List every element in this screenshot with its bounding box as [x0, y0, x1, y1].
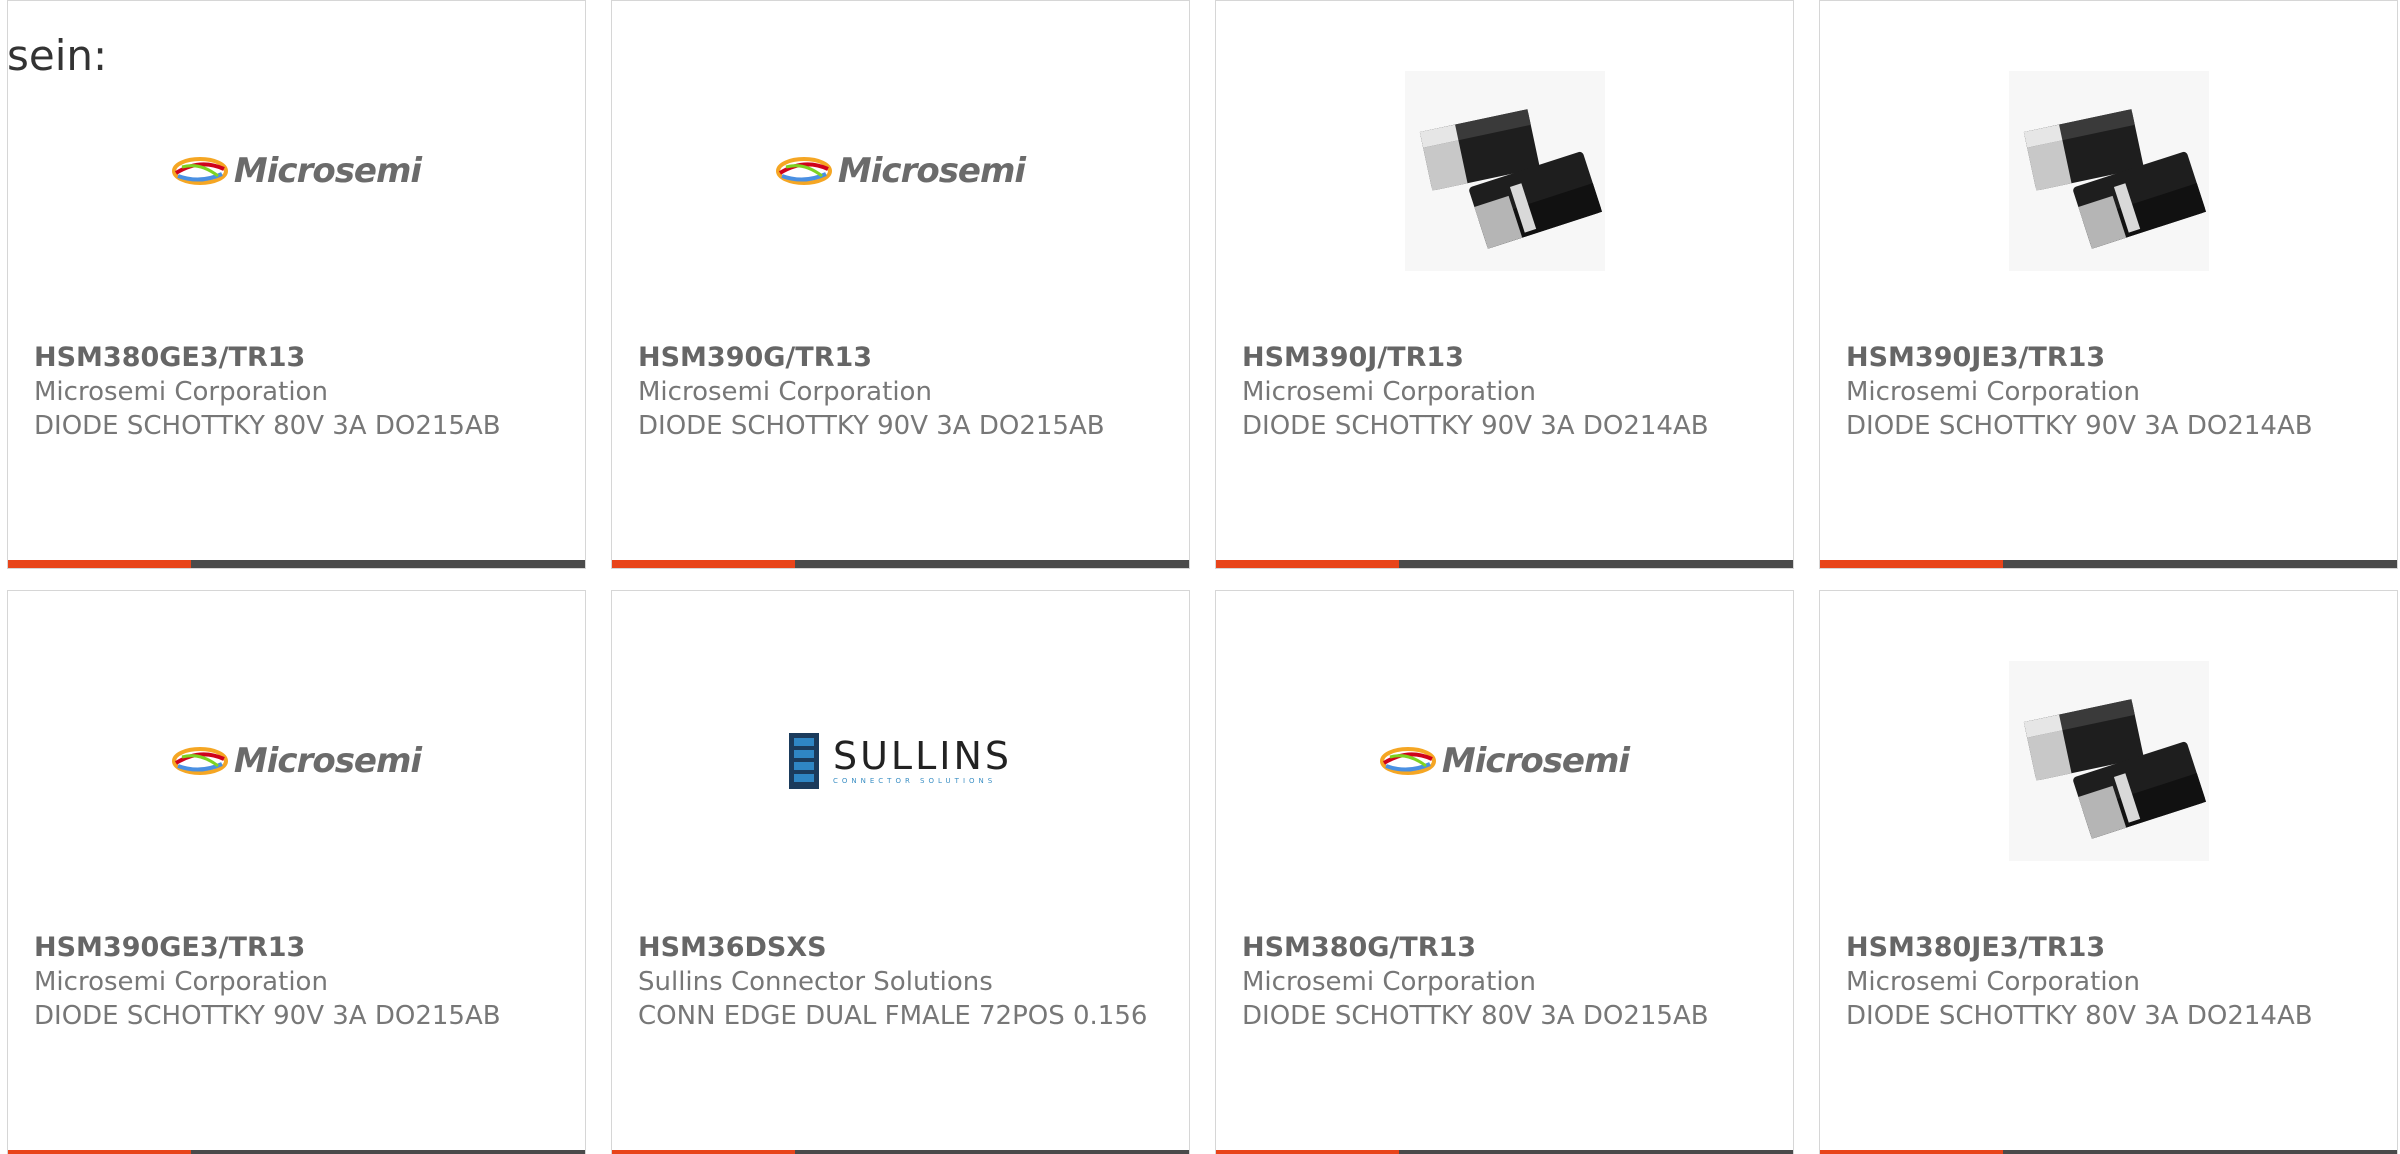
part-number[interactable]: HSM380JE3/TR13	[1846, 931, 2366, 965]
microsemi-wordmark: Microsemi	[233, 151, 422, 191]
sullins-tagline: CONNECTOR SOLUTIONS	[832, 777, 997, 785]
product-info: HSM380GE3/TR13 Microsemi Corporation DIO…	[34, 341, 554, 443]
microsemi-wordmark: Microsemi	[233, 741, 422, 781]
microsemi-swirl-icon	[171, 157, 228, 185]
description: DIODE SCHOTTKY 80V 3A DO215AB	[1242, 1001, 1709, 1031]
product-card[interactable]: HSM390JE3/TR13 Microsemi Corporation DIO…	[1819, 0, 2398, 569]
description: DIODE SCHOTTKY 90V 3A DO215AB	[34, 1001, 501, 1031]
card-footer-bar	[8, 560, 585, 568]
microsemi-wordmark: Microsemi	[1441, 741, 1630, 781]
product-image[interactable]: Microsemi	[8, 631, 585, 891]
manufacturer: Microsemi Corporation	[34, 967, 328, 997]
manufacturer: Microsemi Corporation	[1242, 967, 1536, 997]
card-accent	[612, 560, 795, 568]
microsemi-swirl-icon	[1379, 747, 1436, 775]
product-card[interactable]: HSM390J/TR13 Microsemi Corporation DIODE…	[1215, 0, 1794, 569]
card-accent	[1820, 560, 2003, 568]
card-footer-bar	[1216, 1150, 1793, 1154]
card-footer-bar	[1216, 560, 1793, 568]
description: DIODE SCHOTTKY 90V 3A DO214AB	[1846, 411, 2313, 441]
microsemi-logo: Microsemi	[775, 151, 1026, 191]
part-number[interactable]: HSM390G/TR13	[638, 341, 1158, 375]
part-number[interactable]: HSM380GE3/TR13	[34, 341, 554, 375]
product-image[interactable]	[1216, 41, 1793, 301]
product-info: HSM390GE3/TR13 Microsemi Corporation DIO…	[34, 931, 554, 1033]
part-number[interactable]: HSM390JE3/TR13	[1846, 341, 2366, 375]
product-info: HSM380G/TR13 Microsemi Corporation DIODE…	[1242, 931, 1762, 1033]
part-number[interactable]: HSM380G/TR13	[1242, 931, 1762, 965]
microsemi-logo: Microsemi	[171, 151, 422, 191]
manufacturer: Microsemi Corporation	[638, 377, 932, 407]
card-footer-bar	[612, 1150, 1189, 1154]
product-image[interactable]	[1820, 631, 2397, 891]
card-footer-bar	[1820, 560, 2397, 568]
smd-diode-photo	[1404, 71, 1605, 271]
product-image[interactable]: Microsemi	[612, 41, 1189, 301]
sullins-wordmark: SULLINS	[832, 734, 1013, 778]
card-accent	[8, 560, 191, 568]
microsemi-logo: Microsemi	[1379, 741, 1630, 781]
product-image[interactable]	[1820, 41, 2397, 301]
microsemi-swirl-icon	[775, 157, 832, 185]
product-card[interactable]: SULLINS CONNECTOR SOLUTIONS HSM36DSXS Su…	[611, 590, 1190, 1154]
product-info: HSM390G/TR13 Microsemi Corporation DIODE…	[638, 341, 1158, 443]
card-accent	[1216, 1150, 1399, 1154]
sullins-logo: SULLINS CONNECTOR SOLUTIONS	[788, 733, 1013, 789]
manufacturer: Microsemi Corporation	[34, 377, 328, 407]
product-grid: Microsemi HSM380GE3/TR13 Microsemi Corpo…	[7, 0, 2400, 1154]
description: DIODE SCHOTTKY 80V 3A DO215AB	[34, 411, 501, 441]
smd-diode-photo	[2008, 661, 2209, 861]
description: DIODE SCHOTTKY 90V 3A DO214AB	[1242, 411, 1709, 441]
product-card[interactable]: HSM380JE3/TR13 Microsemi Corporation DIO…	[1819, 590, 2398, 1154]
product-card[interactable]: Microsemi HSM390GE3/TR13 Microsemi Corpo…	[7, 590, 586, 1154]
description: DIODE SCHOTTKY 80V 3A DO214AB	[1846, 1001, 2313, 1031]
product-image[interactable]: SULLINS CONNECTOR SOLUTIONS	[612, 631, 1189, 891]
microsemi-wordmark: Microsemi	[837, 151, 1026, 191]
intro-text: sein:	[7, 31, 108, 80]
product-info: HSM390JE3/TR13 Microsemi Corporation DIO…	[1846, 341, 2366, 443]
description: DIODE SCHOTTKY 90V 3A DO215AB	[638, 411, 1105, 441]
card-accent	[8, 1150, 191, 1154]
microsemi-swirl-icon	[171, 747, 228, 775]
manufacturer: Microsemi Corporation	[1846, 377, 2140, 407]
product-card[interactable]: Microsemi HSM380GE3/TR13 Microsemi Corpo…	[7, 0, 586, 569]
card-footer-bar	[1820, 1150, 2397, 1154]
manufacturer: Sullins Connector Solutions	[638, 967, 993, 997]
part-number[interactable]: HSM390GE3/TR13	[34, 931, 554, 965]
card-accent	[1216, 560, 1399, 568]
product-card[interactable]: Microsemi HSM380G/TR13 Microsemi Corpora…	[1215, 590, 1794, 1154]
product-info: HSM36DSXS Sullins Connector Solutions CO…	[638, 931, 1158, 1033]
product-image[interactable]: Microsemi	[1216, 631, 1793, 891]
card-footer-bar	[612, 560, 1189, 568]
manufacturer: Microsemi Corporation	[1846, 967, 2140, 997]
description: CONN EDGE DUAL FMALE 72POS 0.156	[638, 1001, 1148, 1031]
part-number[interactable]: HSM36DSXS	[638, 931, 1158, 965]
card-footer-bar	[8, 1150, 585, 1154]
card-accent	[612, 1150, 795, 1154]
part-number[interactable]: HSM390J/TR13	[1242, 341, 1762, 375]
manufacturer: Microsemi Corporation	[1242, 377, 1536, 407]
sullins-stack-icon	[788, 733, 819, 789]
microsemi-logo: Microsemi	[171, 741, 422, 781]
smd-diode-photo	[2008, 71, 2209, 271]
product-info: HSM380JE3/TR13 Microsemi Corporation DIO…	[1846, 931, 2366, 1033]
product-card[interactable]: Microsemi HSM390G/TR13 Microsemi Corpora…	[611, 0, 1190, 569]
card-accent	[1820, 1150, 2003, 1154]
product-info: HSM390J/TR13 Microsemi Corporation DIODE…	[1242, 341, 1762, 443]
